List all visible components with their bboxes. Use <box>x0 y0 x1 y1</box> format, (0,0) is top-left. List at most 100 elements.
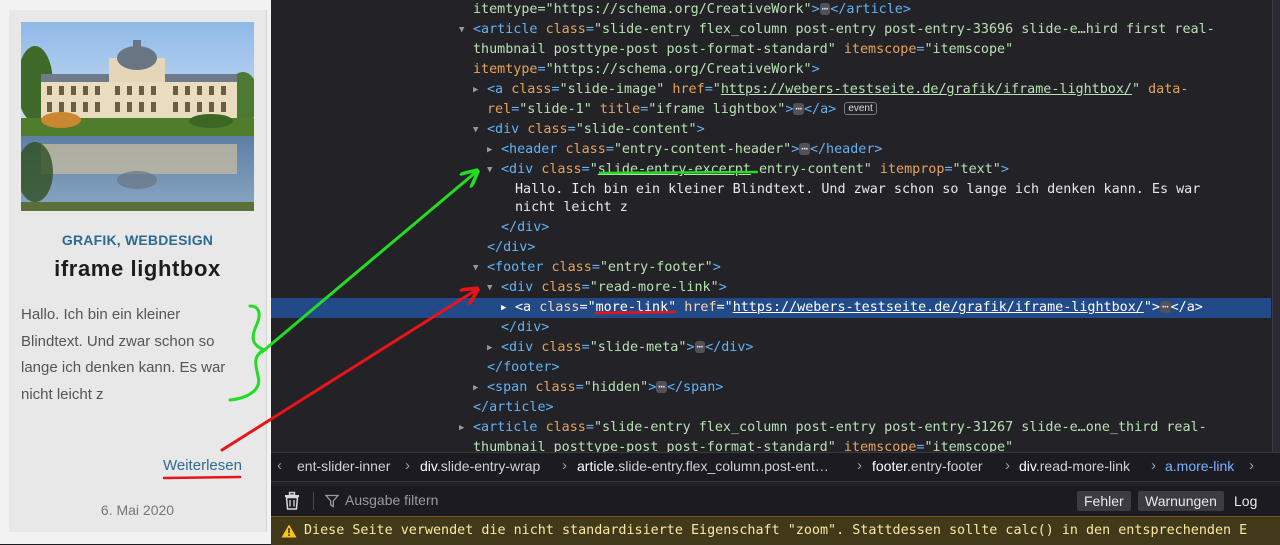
dom-node-markup: <a class="more-link" href="https://weber… <box>515 300 1203 315</box>
twisty-collapsed-icon[interactable]: ▶ <box>473 80 478 100</box>
dom-node-markup: <article class="slide-entry flex_column … <box>473 22 1215 37</box>
errors-filter-button[interactable]: Fehler <box>1077 491 1131 511</box>
dom-node-markup: <span class="hidden"> ⋯ </span> <box>487 380 724 395</box>
breadcrumb: ‹ ent-slider-inner › div.slide-entry-wra… <box>271 452 1280 482</box>
dom-node-markup: <div class="slide-meta"> ⋯ </div> <box>501 340 754 355</box>
console-toolbar: Ausgabe filtern Fehler Warnungen Log <box>271 486 1280 516</box>
breadcrumb-item-active[interactable]: a.more-link <box>1165 458 1234 474</box>
breadcrumb-item[interactable]: footer.entry-footer <box>872 458 983 474</box>
dom-node-markup: <div class="slide-entry-excerpt entry-co… <box>501 162 1009 177</box>
dom-node-markup: rel="slide-1" title="iframe lightbox"> ⋯ <… <box>487 100 877 120</box>
breadcrumb-separator-icon: › <box>857 457 862 474</box>
toolbar-divider <box>313 492 314 510</box>
dom-node-markup: nicht leicht z <box>515 200 628 215</box>
breadcrumb-separator-icon: › <box>405 457 410 474</box>
dom-node-markup: </div> <box>501 320 550 335</box>
twisty-expanded-icon[interactable]: ▼ <box>473 258 478 278</box>
category-separator: , <box>116 232 125 248</box>
devtools-panel: itemtype="https://schema.org/CreativeWor… <box>271 0 1280 545</box>
post-categories: GRAFIK, WEBDESIGN <box>9 232 266 248</box>
dom-node-markup: </article> <box>473 400 554 415</box>
expand-ellipsis-icon[interactable]: ⋯ <box>656 381 667 393</box>
event-badge[interactable]: event <box>844 102 877 115</box>
dom-node-selected[interactable]: ▶ <a class="more-link" href="https://webe… <box>271 298 1271 318</box>
dom-node-row[interactable]: Hallo. Ich bin ein kleiner Blindtext. Un… <box>271 180 1271 200</box>
expand-ellipsis-icon[interactable]: ⋯ <box>694 341 706 353</box>
expand-ellipsis-icon[interactable]: ⋯ <box>799 143 810 155</box>
filter-icon <box>325 494 339 508</box>
dom-tree: itemtype="https://schema.org/CreativeWor… <box>271 0 1271 455</box>
dom-node-markup: itemtype="https://schema.org/CreativeWor… <box>473 62 820 77</box>
excerpt-line: Hallo. Ich bin ein kleiner <box>21 306 181 323</box>
post-title[interactable]: iframe lightbox <box>9 256 266 282</box>
post-date: 6. Mai 2020 <box>100 502 175 518</box>
dom-node-row[interactable]: ▼ <article class="slide-entry flex_column… <box>271 20 1271 40</box>
breadcrumb-separator-icon: › <box>1005 457 1010 474</box>
breadcrumb-separator-icon: › <box>1151 457 1156 474</box>
dom-node-row[interactable]: rel="slide-1" title="iframe lightbox"> ⋯ <… <box>271 100 1271 120</box>
twisty-collapsed-icon[interactable]: ▶ <box>501 298 506 318</box>
trash-icon[interactable] <box>281 490 303 512</box>
expand-ellipsis-icon[interactable]: ⋯ <box>793 103 804 115</box>
twisty-expanded-icon[interactable]: ▼ <box>487 160 492 180</box>
twisty-collapsed-icon[interactable]: ▶ <box>487 338 492 358</box>
post-excerpt: Hallo. Ich bin ein kleiner Blindtext. Un… <box>21 302 251 408</box>
expand-ellipsis-icon[interactable]: ⋯ <box>819 3 831 15</box>
twisty-expanded-icon[interactable]: ▼ <box>459 20 464 40</box>
log-filter-button[interactable]: Log <box>1234 491 1257 511</box>
dom-node-markup: </div> <box>487 240 536 255</box>
console-filter-input[interactable]: Ausgabe filtern <box>345 492 438 508</box>
dom-node-row[interactable]: </div> <box>271 318 1271 338</box>
post-thumbnail[interactable] <box>21 22 254 211</box>
breadcrumb-item[interactable]: ent-slider-inner <box>297 458 390 474</box>
dom-node-row[interactable]: ▶ <div class="slide-meta"> ⋯ </div> <box>271 338 1271 358</box>
slide-entry-card: GRAFIK, WEBDESIGN iframe lightbox Hallo.… <box>9 10 267 532</box>
dom-node-row[interactable]: </footer> <box>271 358 1271 378</box>
breadcrumb-scroll-left-icon[interactable]: ‹ <box>277 457 282 474</box>
dom-node-row[interactable]: </div> <box>271 218 1271 238</box>
breadcrumb-scroll-right-icon[interactable]: › <box>1249 457 1254 474</box>
twisty-expanded-icon[interactable]: ▼ <box>473 120 478 140</box>
twisty-collapsed-icon[interactable]: ▶ <box>473 378 478 398</box>
dom-node-markup: <a class="slide-image" href="https://web… <box>487 82 1189 97</box>
dom-node-row[interactable]: ▶ <span class="hidden"> ⋯ </span> <box>271 378 1271 398</box>
dom-node-markup: itemtype="https://schema.org/CreativeWor… <box>473 2 911 17</box>
twisty-collapsed-icon[interactable]: ▶ <box>487 140 492 160</box>
side-panel-edge <box>1272 0 1280 452</box>
dom-node-markup: </div> <box>501 220 550 235</box>
dom-node-row[interactable]: ▼ <div class="read-more-link"> <box>271 278 1271 298</box>
dom-node-row[interactable]: ▼ <div class="slide-content"> <box>271 120 1271 140</box>
dom-node-row[interactable]: ▼ <div class="slide-entry-excerpt entry-c… <box>271 160 1271 180</box>
excerpt-line: Blindtext. Und zwar schon so <box>21 332 215 350</box>
dom-node-markup: <article class="slide-entry flex_column … <box>473 420 1207 435</box>
dom-node-row[interactable]: ▶ <header class="entry-content-header"> ⋯ <… <box>271 140 1271 160</box>
expand-ellipsis-icon[interactable]: ⋯ <box>1159 301 1171 313</box>
breadcrumb-item[interactable]: article.slide-entry.flex_column.post-ent… <box>577 458 829 474</box>
warning-message: Diese Seite verwendet die nicht standard… <box>304 523 1248 538</box>
dom-node-row[interactable]: itemtype="https://schema.org/CreativeWor… <box>271 0 1271 20</box>
breadcrumb-item[interactable]: div.read-more-link <box>1019 458 1130 474</box>
warnings-filter-button[interactable]: Warnungen <box>1138 491 1224 511</box>
breadcrumb-item[interactable]: div.slide-entry-wrap <box>420 458 540 474</box>
dom-node-markup: thumbnail posttype-post post-format-stan… <box>473 42 1014 57</box>
dom-node-row[interactable]: </article> <box>271 398 1271 418</box>
dom-node-markup: <footer class="entry-footer"> <box>487 260 721 275</box>
console-warning: Diese Seite verwendet die nicht standard… <box>271 516 1280 545</box>
dom-node-row[interactable]: itemtype="https://schema.org/CreativeWor… <box>271 60 1271 80</box>
dom-node-markup: Hallo. Ich bin ein kleiner Blindtext. Un… <box>515 182 1201 197</box>
dom-node-row[interactable]: nicht leicht z <box>271 198 1271 218</box>
dom-node-row[interactable]: ▶ <a class="slide-image" href="https://we… <box>271 80 1271 100</box>
dom-node-markup: </footer> <box>487 360 560 375</box>
dom-node-row[interactable]: ▼ <footer class="entry-footer"> <box>271 258 1271 278</box>
dom-node-row[interactable]: thumbnail posttype-post post-format-stan… <box>271 40 1271 60</box>
twisty-expanded-icon[interactable]: ▼ <box>487 278 492 298</box>
dom-node-row[interactable]: ▶ <article class="slide-entry flex_column… <box>271 418 1271 438</box>
dom-node-markup: <div class="read-more-link"> <box>501 280 727 295</box>
twisty-collapsed-icon[interactable]: ▶ <box>459 418 464 438</box>
dom-node-row[interactable]: </div> <box>271 238 1271 258</box>
web-page-preview: GRAFIK, WEBDESIGN iframe lightbox Hallo.… <box>0 0 271 544</box>
breadcrumb-separator-icon: › <box>562 457 567 474</box>
category-link-grafik[interactable]: GRAFIK <box>62 232 117 248</box>
category-link-webdesign[interactable]: WEBDESIGN <box>125 232 213 248</box>
read-more-link[interactable]: Weiterlesen <box>163 457 242 474</box>
